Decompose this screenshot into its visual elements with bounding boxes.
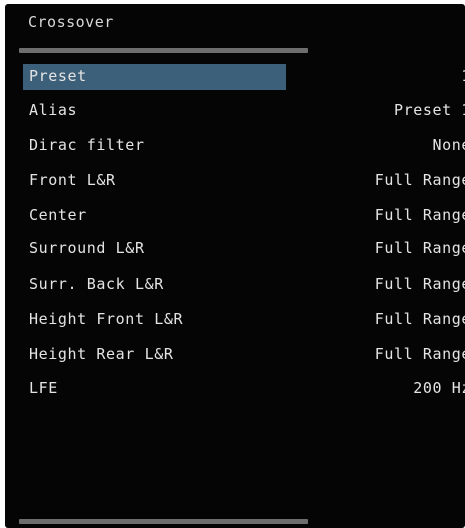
menu-item-value: 200 Hz bbox=[413, 379, 465, 397]
menu-item-value: Full Range bbox=[374, 171, 465, 189]
footer-divider bbox=[19, 519, 308, 524]
menu-item-value: Full Range bbox=[374, 275, 465, 293]
menu-item-lfe[interactable]: LFE 200 Hz bbox=[5, 376, 465, 402]
menu-item-front-lr[interactable]: Front L&R Full Range bbox=[5, 168, 465, 194]
menu-item-center[interactable]: Center Full Range bbox=[5, 203, 465, 229]
menu-item-value: Full Range bbox=[374, 345, 465, 363]
title-divider bbox=[19, 48, 308, 53]
menu-item-surround-lr[interactable]: Surround L&R Full Range bbox=[5, 236, 465, 262]
menu-item-label: Center bbox=[29, 206, 87, 224]
menu-item-surr-back-lr[interactable]: Surr. Back L&R Full Range bbox=[5, 272, 465, 298]
menu-item-value: Full Range bbox=[374, 239, 465, 257]
menu-item-value: 1 bbox=[461, 67, 465, 85]
menu-item-height-front-lr[interactable]: Height Front L&R Full Range bbox=[5, 307, 465, 333]
menu-item-label: Surr. Back L&R bbox=[29, 275, 164, 293]
crossover-screen: Crossover Preset 1 Alias Preset 1 Dirac … bbox=[5, 4, 465, 528]
menu-item-value: Full Range bbox=[374, 206, 465, 224]
menu-item-preset[interactable]: Preset 1 bbox=[5, 64, 465, 90]
menu-item-label: LFE bbox=[29, 379, 58, 397]
menu-item-label: Height Rear L&R bbox=[29, 345, 174, 363]
menu-item-label: Dirac filter bbox=[29, 136, 145, 154]
menu-item-value: Preset 1 bbox=[393, 101, 465, 119]
menu-item-value: Full Range bbox=[374, 310, 465, 328]
menu-item-value: None bbox=[432, 136, 465, 154]
menu-item-label: Front L&R bbox=[29, 171, 116, 189]
menu-item-label: Preset bbox=[29, 67, 87, 85]
menu-item-alias[interactable]: Alias Preset 1 bbox=[5, 98, 465, 124]
page-title: Crossover bbox=[28, 13, 114, 31]
menu-item-height-rear-lr[interactable]: Height Rear L&R Full Range bbox=[5, 342, 465, 368]
menu-item-label: Alias bbox=[29, 101, 78, 119]
menu-item-label: Surround L&R bbox=[29, 239, 145, 257]
menu-item-dirac-filter[interactable]: Dirac filter None bbox=[5, 133, 465, 159]
menu-item-label: Height Front L&R bbox=[29, 310, 184, 328]
